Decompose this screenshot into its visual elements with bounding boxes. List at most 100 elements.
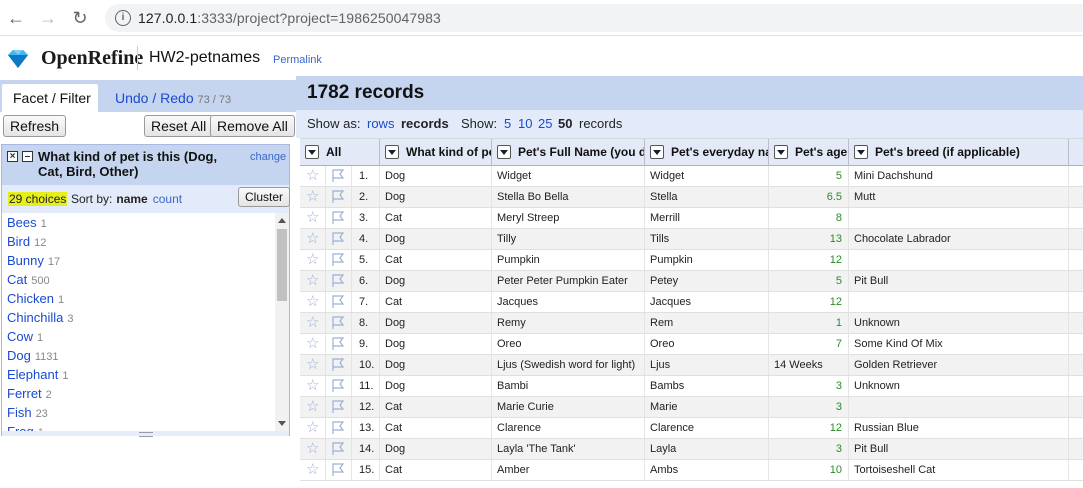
cell-fullname[interactable]: Remy [492, 313, 645, 333]
column-menu-icon[interactable] [854, 145, 868, 159]
cell-kind[interactable]: Cat [380, 460, 492, 480]
cell-everyday-name[interactable]: Ambs [645, 460, 769, 480]
url-text[interactable]: 127.0.0.1:3333/project?project=198625004… [138, 10, 441, 26]
cell-kind[interactable]: Dog [380, 334, 492, 354]
flag-cell[interactable] [326, 166, 352, 186]
facet-choice[interactable]: Fish 23 [2, 403, 275, 422]
cell-breed[interactable] [849, 292, 1069, 312]
star-cell[interactable]: ☆ [300, 313, 326, 333]
star-icon[interactable]: ☆ [306, 273, 319, 289]
col-breed-header[interactable]: Pet's breed (if applicable) [849, 139, 1069, 166]
facet-change-link[interactable]: change [250, 151, 286, 163]
star-icon[interactable]: ☆ [306, 336, 319, 352]
star-cell[interactable]: ☆ [300, 271, 326, 291]
cell-kind[interactable]: Dog [380, 166, 492, 186]
cell-kind[interactable]: Dog [380, 355, 492, 375]
flag-cell[interactable] [326, 208, 352, 228]
star-icon[interactable]: ☆ [306, 168, 319, 184]
app-logo-text[interactable]: OpenRefine [41, 47, 143, 70]
star-icon[interactable]: ☆ [306, 210, 319, 226]
facet-scrollbar[interactable] [275, 213, 289, 431]
cell-kind[interactable]: Cat [380, 418, 492, 438]
facet-choice-name[interactable]: Cow [7, 329, 33, 344]
scroll-up-icon[interactable] [278, 218, 286, 223]
cell-everyday-name[interactable]: Petey [645, 271, 769, 291]
flag-cell[interactable] [326, 292, 352, 312]
facet-choice[interactable]: Dog 1131 [2, 346, 275, 365]
facet-choice[interactable]: Chinchilla 3 [2, 308, 275, 327]
cell-breed[interactable] [849, 250, 1069, 270]
cell-breed[interactable]: Mutt [849, 187, 1069, 207]
cell-everyday-name[interactable]: Jacques [645, 292, 769, 312]
address-bar[interactable]: i 127.0.0.1:3333/project?project=1986250… [105, 4, 1083, 32]
cell-age[interactable]: 7 [769, 334, 849, 354]
flag-cell[interactable] [326, 397, 352, 417]
cell-breed[interactable]: Pit Bull [849, 439, 1069, 459]
cell-age[interactable]: 3 [769, 376, 849, 396]
star-icon[interactable]: ☆ [306, 462, 319, 478]
facet-choice[interactable]: Cow 1 [2, 327, 275, 346]
choices-count[interactable]: 29 choices [8, 192, 68, 206]
cell-age[interactable]: 13 [769, 229, 849, 249]
cell-fullname[interactable]: Marie Curie [492, 397, 645, 417]
facet-choice-name[interactable]: Elephant [7, 367, 58, 382]
tab-undo-redo[interactable]: Undo / Redo 73 / 73 [115, 90, 231, 106]
cell-fullname[interactable]: Jacques [492, 292, 645, 312]
forward-arrow-icon[interactable]: → [36, 6, 60, 30]
star-cell[interactable]: ☆ [300, 292, 326, 312]
cell-everyday-name[interactable]: Rem [645, 313, 769, 333]
cell-kind[interactable]: Dog [380, 229, 492, 249]
facet-choice[interactable]: Cat 500 [2, 270, 275, 289]
facet-resize-handle[interactable] [2, 431, 289, 437]
facet-choice-name[interactable]: Chicken [7, 291, 54, 306]
reload-icon[interactable]: ↻ [68, 6, 92, 30]
cell-age[interactable]: 12 [769, 418, 849, 438]
cell-fullname[interactable]: Amber [492, 460, 645, 480]
star-icon[interactable]: ☆ [306, 231, 319, 247]
facet-choice-name[interactable]: Dog [7, 348, 31, 363]
cell-everyday-name[interactable]: Merrill [645, 208, 769, 228]
cell-age[interactable]: 5 [769, 271, 849, 291]
col-fullname-header[interactable]: Pet's Full Name (you don [492, 139, 645, 166]
cell-breed[interactable]: Unknown [849, 313, 1069, 333]
cell-breed[interactable]: Chocolate Labrador [849, 229, 1069, 249]
facet-choice-name[interactable]: Frog [7, 424, 34, 431]
remove-facet-icon[interactable]: × [7, 151, 18, 162]
scroll-down-icon[interactable] [278, 421, 286, 426]
cluster-button[interactable]: Cluster [238, 187, 291, 207]
cell-fullname[interactable]: Oreo [492, 334, 645, 354]
cell-fullname[interactable]: Peter Peter Pumpkin Eater [492, 271, 645, 291]
cell-breed[interactable]: Golden Retriever [849, 355, 1069, 375]
refresh-button[interactable]: Refresh [3, 115, 67, 137]
cell-age[interactable]: 1 [769, 313, 849, 333]
cell-age[interactable]: 3 [769, 397, 849, 417]
cell-breed[interactable]: Tortoiseshell Cat [849, 460, 1069, 480]
info-icon[interactable]: i [115, 10, 131, 26]
cell-age[interactable]: 12 [769, 292, 849, 312]
view-rows-link[interactable]: rows [367, 116, 394, 131]
flag-cell[interactable] [326, 355, 352, 375]
flag-cell[interactable] [326, 460, 352, 480]
star-icon[interactable]: ☆ [306, 252, 319, 268]
col-all-header[interactable]: All [300, 139, 380, 166]
star-cell[interactable]: ☆ [300, 208, 326, 228]
cell-fullname[interactable]: Pumpkin [492, 250, 645, 270]
cell-age[interactable]: 14 Weeks [769, 355, 849, 375]
cell-everyday-name[interactable]: Pumpkin [645, 250, 769, 270]
cell-everyday-name[interactable]: Widget [645, 166, 769, 186]
cell-everyday-name[interactable]: Bambs [645, 376, 769, 396]
cell-age[interactable]: 12 [769, 250, 849, 270]
cell-fullname[interactable]: Widget [492, 166, 645, 186]
cell-everyday-name[interactable]: Tills [645, 229, 769, 249]
facet-choice-name[interactable]: Chinchilla [7, 310, 63, 325]
scroll-thumb[interactable] [277, 229, 287, 301]
star-cell[interactable]: ☆ [300, 187, 326, 207]
column-menu-icon[interactable] [497, 145, 511, 159]
tab-facet-filter[interactable]: Facet / Filter [2, 84, 98, 112]
cell-everyday-name[interactable]: Layla [645, 439, 769, 459]
column-menu-icon[interactable] [305, 145, 319, 159]
flag-cell[interactable] [326, 439, 352, 459]
cell-everyday-name[interactable]: Ljus [645, 355, 769, 375]
cell-age[interactable]: 3 [769, 439, 849, 459]
sort-by-name[interactable]: name [116, 192, 147, 206]
